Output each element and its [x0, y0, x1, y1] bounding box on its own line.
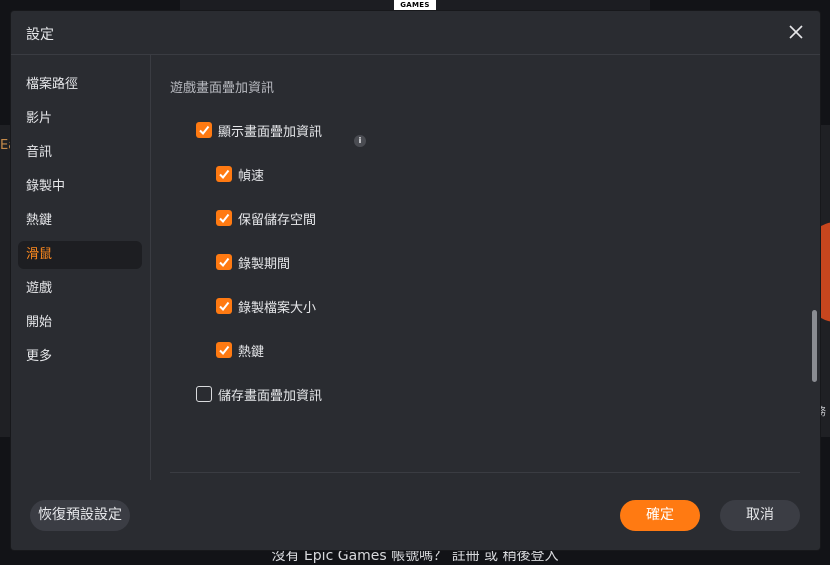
settings-content: 遊戲畫面疊加資訊 顯示畫面疊加資訊 i 幀速 保留儲存空間 錄製期間 錄製檔案大…: [151, 55, 820, 480]
option-label: 顯示畫面疊加資訊: [218, 124, 323, 140]
ok-button[interactable]: 確定: [620, 500, 700, 531]
show-overlay-option[interactable]: 顯示畫面疊加資訊: [196, 120, 322, 140]
sidebar-item-mouse[interactable]: 滑鼠: [18, 241, 142, 269]
sidebar-item-hotkeys[interactable]: 熱鍵: [18, 207, 142, 235]
checkbox-checked[interactable]: [216, 342, 232, 358]
settings-sidebar: 檔案路徑 影片 音訊 錄製中 熱鍵 滑鼠 遊戲 開始 更多: [11, 55, 151, 480]
sidebar-item-game[interactable]: 遊戲: [18, 275, 142, 303]
option-label: 保留儲存空間: [238, 212, 317, 228]
close-icon: [789, 25, 803, 39]
reset-defaults-button[interactable]: 恢復預設設定: [30, 500, 130, 531]
sidebar-item-file-path[interactable]: 檔案路徑: [18, 71, 142, 99]
sidebar-item-startup[interactable]: 開始: [18, 309, 142, 337]
dialog-title: 設定: [26, 27, 54, 43]
reserved-storage-option[interactable]: 保留儲存空間: [216, 208, 316, 228]
save-overlay-option[interactable]: 儲存畫面疊加資訊: [196, 384, 322, 404]
scrollbar-thumb[interactable]: [812, 310, 817, 382]
sidebar-item-recording[interactable]: 錄製中: [18, 173, 142, 201]
recording-file-size-option[interactable]: 錄製檔案大小: [216, 296, 316, 316]
checkbox-checked[interactable]: [216, 298, 232, 314]
info-icon[interactable]: i: [354, 135, 366, 147]
option-label: 儲存畫面疊加資訊: [218, 388, 323, 404]
cancel-button[interactable]: 取消: [720, 500, 800, 531]
option-label: 錄製檔案大小: [238, 300, 317, 316]
sidebar-item-more[interactable]: 更多: [18, 343, 142, 371]
section-title: 遊戲畫面疊加資訊: [170, 81, 275, 96]
checkbox-checked[interactable]: [196, 122, 212, 138]
sidebar-item-audio[interactable]: 音訊: [18, 139, 142, 167]
checkbox-unchecked[interactable]: [196, 386, 212, 402]
option-label: 幀速: [238, 168, 265, 184]
dialog-header: 設定: [11, 11, 820, 55]
fps-option[interactable]: 幀速: [216, 164, 264, 184]
close-button[interactable]: [786, 22, 806, 42]
checkbox-checked[interactable]: [216, 166, 232, 182]
checkbox-checked[interactable]: [216, 210, 232, 226]
epic-games-logo: GAMES: [394, 0, 436, 10]
content-divider: [170, 472, 800, 473]
recording-duration-option[interactable]: 錄製期間: [216, 252, 290, 272]
option-label: 熱鍵: [238, 344, 265, 360]
settings-dialog: 設定 檔案路徑 影片 音訊 錄製中 熱鍵 滑鼠 遊戲 開始 更多 遊戲畫面疊加資…: [11, 11, 820, 550]
hotkeys-option[interactable]: 熱鍵: [216, 340, 264, 360]
sidebar-item-video[interactable]: 影片: [18, 105, 142, 133]
option-label: 錄製期間: [238, 256, 291, 272]
checkbox-checked[interactable]: [216, 254, 232, 270]
